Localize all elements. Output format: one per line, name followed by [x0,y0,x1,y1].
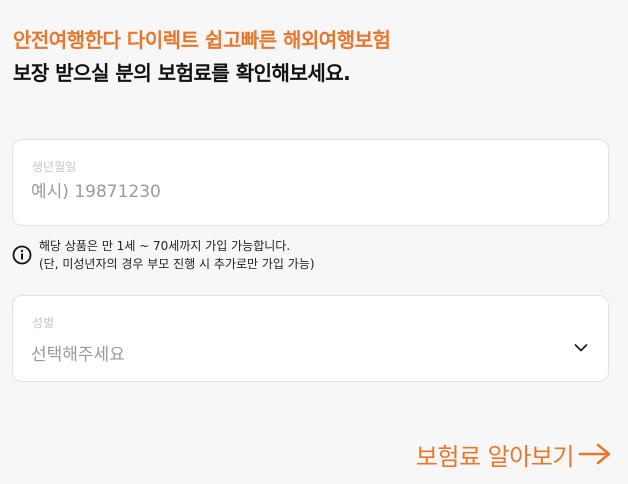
notice-line-2: (단, 미성년자의 경우 부모 진행 시 추가로만 가입 가능) [39,257,315,271]
page-title: 보장 받으실 분의 보험료를 확인해보세요. [13,61,351,85]
check-premium-label: 보험료 알아보기 [415,442,575,471]
notice-line-1: 해당 상품은 만 1세 ~ 70세까지 가입 가능합니다. [39,239,291,253]
headline-accent: 안전여행한다 다이렉트 쉽고빠른 해외여행보험 [13,28,391,52]
birthdate-label: 생년월일 [32,160,77,174]
gender-label: 성별 [32,316,55,330]
check-premium-button[interactable]: 보험료 알아보기 [416,436,612,472]
chevron-down-icon[interactable] [574,343,588,353]
age-notice: 해당 상품은 만 1세 ~ 70세까지 가입 가능합니다. (단, 미성년자의 … [12,236,609,276]
gender-select[interactable]: 성별 선택해주세요 [12,295,609,382]
arrow-right-icon [578,443,611,465]
info-icon [12,245,32,265]
birthdate-input[interactable] [31,182,571,202]
birthdate-field[interactable]: 생년월일 [12,139,609,226]
notice-text: 해당 상품은 만 1세 ~ 70세까지 가입 가능합니다. (단, 미성년자의 … [39,237,315,273]
gender-selected-value: 선택해주세요 [31,345,125,365]
